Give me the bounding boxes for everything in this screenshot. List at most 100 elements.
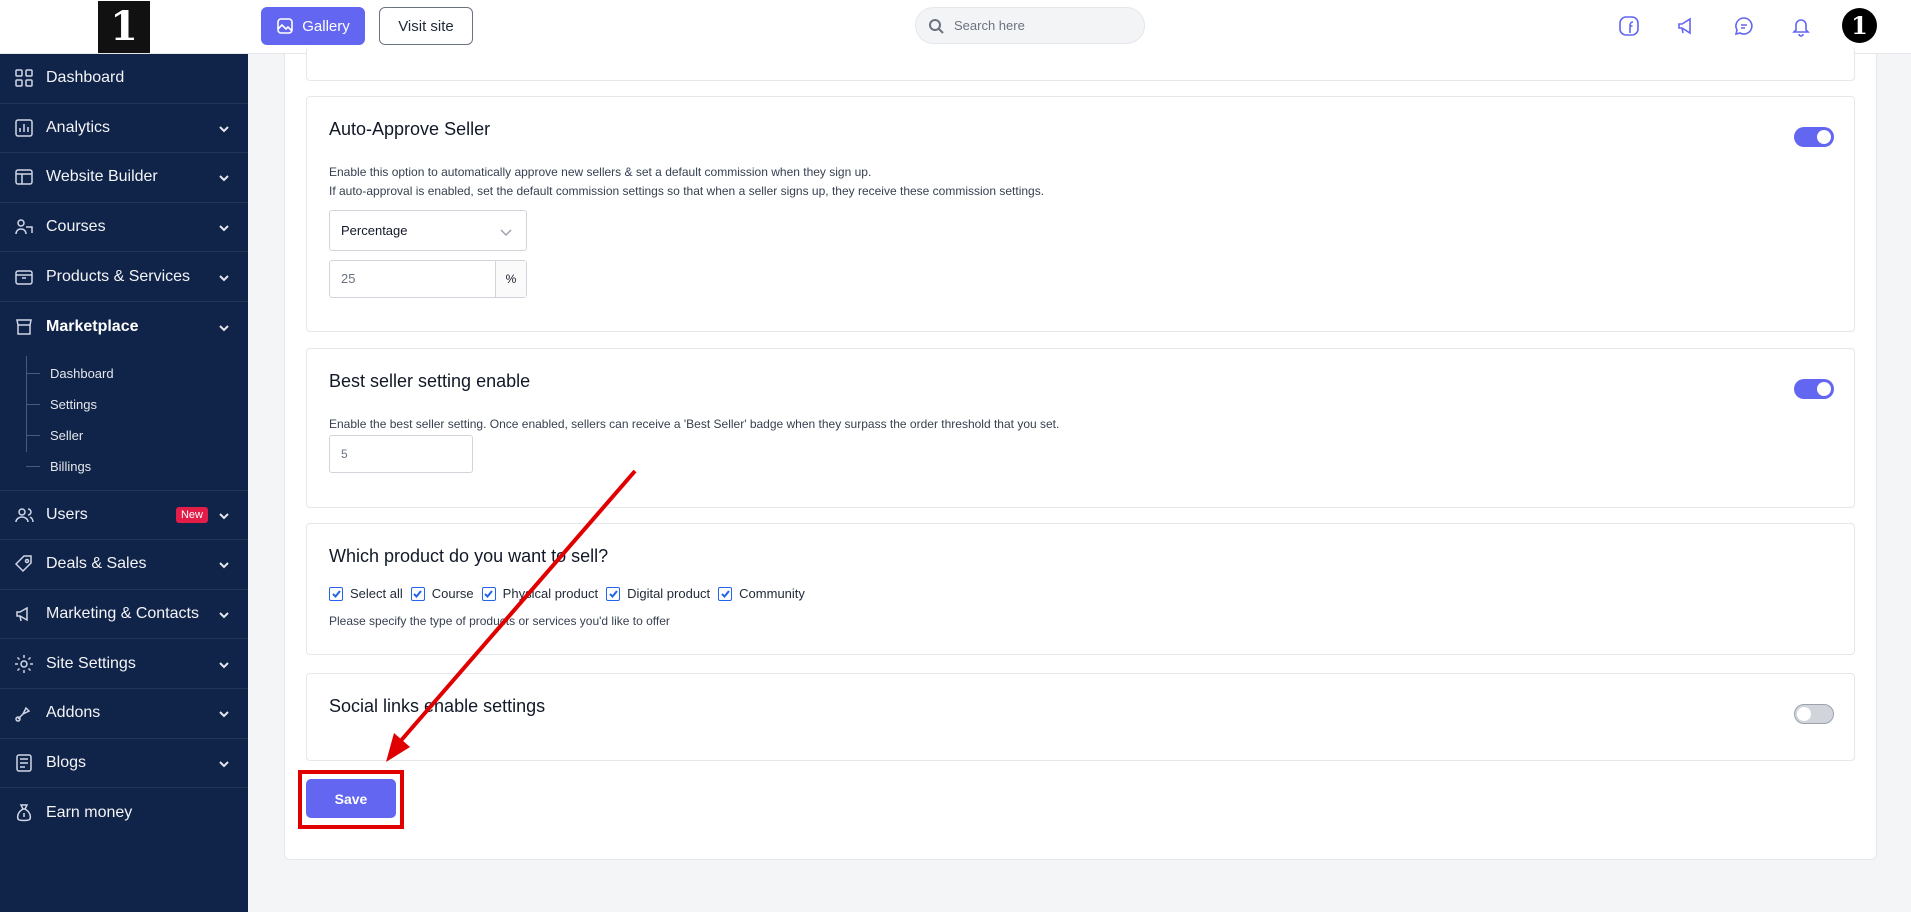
sidebar-item-label: Products & Services <box>46 267 191 285</box>
commission-type-value: Percentage <box>341 223 408 238</box>
commission-type-select[interactable]: Percentage <box>329 210 527 251</box>
checkbox-community[interactable]: Community <box>718 586 805 601</box>
chevron-down-icon <box>218 122 230 134</box>
sidebar-item-label: Analytics <box>46 118 111 136</box>
checkbox-label: Digital product <box>627 586 711 601</box>
new-badge: New <box>175 506 208 523</box>
auto-approve-description: Enable this option to automatically appr… <box>329 165 872 179</box>
sidebar-item-dashboard[interactable]: Dashboard <box>0 54 248 104</box>
marketing-icon <box>14 604 34 624</box>
chevron-down-icon <box>218 608 230 620</box>
checkbox-physical-product[interactable]: Physical product <box>481 586 599 601</box>
sidebar-item-label: Addons <box>46 704 101 722</box>
marketplace-subnav: Dashboard Settings Seller Billings <box>0 352 248 491</box>
top-header: Gallery Visit site 1 <box>248 0 1911 54</box>
chevron-down-icon <box>218 321 230 333</box>
sidebar-item-earn-money[interactable]: Earn money <box>0 788 248 838</box>
previous-section <box>306 47 1855 81</box>
bell-icon[interactable] <box>1787 12 1815 40</box>
check-icon <box>481 586 496 601</box>
auto-approve-description-2: If auto-approval is enabled, set the def… <box>329 184 1045 198</box>
courses-icon <box>14 217 34 237</box>
deals-icon <box>14 554 34 574</box>
marketplace-icon <box>14 317 34 337</box>
chevron-down-icon <box>500 229 512 237</box>
auto-approve-title: Auto-Approve Seller <box>329 119 491 139</box>
percent-unit: % <box>496 261 526 297</box>
checkbox-label: Physical product <box>502 586 599 601</box>
annotation-highlight-box <box>298 770 404 829</box>
chevron-down-icon <box>218 221 230 233</box>
sidebar-item-label: Blogs <box>46 753 87 771</box>
search-box <box>915 7 1145 44</box>
sidebar-item-marketing-contacts[interactable]: Marketing & Contacts <box>0 590 248 640</box>
sidebar-item-courses[interactable]: Courses <box>0 203 248 253</box>
best-seller-section: Best seller setting enable Enable the be… <box>306 348 1855 508</box>
best-seller-title: Best seller setting enable <box>329 371 531 391</box>
sidebar-item-label: Marketing & Contacts <box>46 605 199 623</box>
sidebar-item-website-builder[interactable]: Website Builder <box>0 153 248 203</box>
sidebar-item-addons[interactable]: Addons <box>0 689 248 739</box>
sidebar-item-label: Site Settings <box>46 654 136 672</box>
gallery-button[interactable]: Gallery <box>261 7 365 45</box>
sidebar-item-label: Website Builder <box>46 168 158 186</box>
checkbox-label: Community <box>739 586 805 601</box>
check-icon <box>410 586 425 601</box>
check-icon <box>329 586 343 601</box>
analytics-icon <box>14 118 34 138</box>
social-links-toggle[interactable] <box>1794 704 1834 724</box>
dashboard-icon <box>14 68 34 88</box>
subnav-item-settings[interactable]: Settings <box>0 389 248 420</box>
gallery-button-label: Gallery <box>302 17 350 35</box>
subnav-item-dashboard[interactable]: Dashboard <box>0 358 248 389</box>
sidebar-item-label: Marketplace <box>46 317 139 335</box>
sidebar-item-analytics[interactable]: Analytics <box>0 104 248 154</box>
megaphone-icon[interactable] <box>1672 12 1700 40</box>
product-types-section: Which product do you want to sell? Selec… <box>306 523 1855 655</box>
blogs-icon <box>14 753 34 773</box>
sidebar: 1 Dashboard Analytics Website Builder Co… <box>0 0 248 912</box>
website-builder-icon <box>14 167 34 187</box>
facebook-icon[interactable] <box>1615 12 1643 40</box>
checkbox-select-all[interactable]: Select all <box>329 586 403 601</box>
social-links-section: Social links enable settings <box>306 673 1855 761</box>
product-types-description: Please specify the type of products or s… <box>329 614 670 628</box>
chevron-down-icon <box>218 558 230 570</box>
subnav-item-seller[interactable]: Seller <box>0 420 248 451</box>
visit-site-button[interactable]: Visit site <box>379 7 473 45</box>
auto-approve-toggle[interactable] <box>1794 127 1834 147</box>
sidebar-item-deals-sales[interactable]: Deals & Sales <box>0 540 248 590</box>
settings-icon <box>14 654 34 674</box>
sidebar-item-marketplace[interactable]: Marketplace <box>0 302 248 352</box>
logo[interactable]: 1 <box>98 0 150 53</box>
chevron-down-icon <box>218 271 230 283</box>
chevron-down-icon <box>218 658 230 670</box>
sidebar-item-label: Users <box>46 505 88 523</box>
commission-value-input[interactable]: 25 <box>330 261 496 297</box>
products-icon <box>14 267 34 287</box>
best-seller-toggle[interactable] <box>1794 379 1834 399</box>
sidebar-item-products-services[interactable]: Products & Services <box>0 252 248 302</box>
best-seller-threshold-input[interactable]: 5 <box>329 435 473 473</box>
sidebar-item-site-settings[interactable]: Site Settings <box>0 639 248 689</box>
addons-icon <box>14 703 34 723</box>
checkbox-course[interactable]: Course <box>410 586 474 601</box>
chevron-down-icon <box>218 707 230 719</box>
search-input[interactable] <box>954 18 1124 33</box>
sidebar-item-users[interactable]: Users New <box>0 491 248 541</box>
gallery-icon <box>277 18 294 34</box>
logo-area: 1 <box>0 0 248 54</box>
users-icon <box>14 505 34 525</box>
avatar[interactable]: 1 <box>1842 8 1877 43</box>
checkbox-digital-product[interactable]: Digital product <box>606 586 710 601</box>
sidebar-item-label: Earn money <box>46 803 133 821</box>
subnav-item-billings[interactable]: Billings <box>0 451 248 482</box>
chat-icon[interactable] <box>1730 12 1758 40</box>
best-seller-description: Enable the best seller setting. Once ena… <box>329 417 1060 431</box>
sidebar-item-blogs[interactable]: Blogs <box>0 739 248 789</box>
chevron-down-icon <box>218 509 230 521</box>
chevron-down-icon <box>218 171 230 183</box>
sidebar-item-label: Deals & Sales <box>46 555 147 573</box>
search-icon <box>929 18 944 34</box>
social-links-title: Social links enable settings <box>329 696 546 716</box>
